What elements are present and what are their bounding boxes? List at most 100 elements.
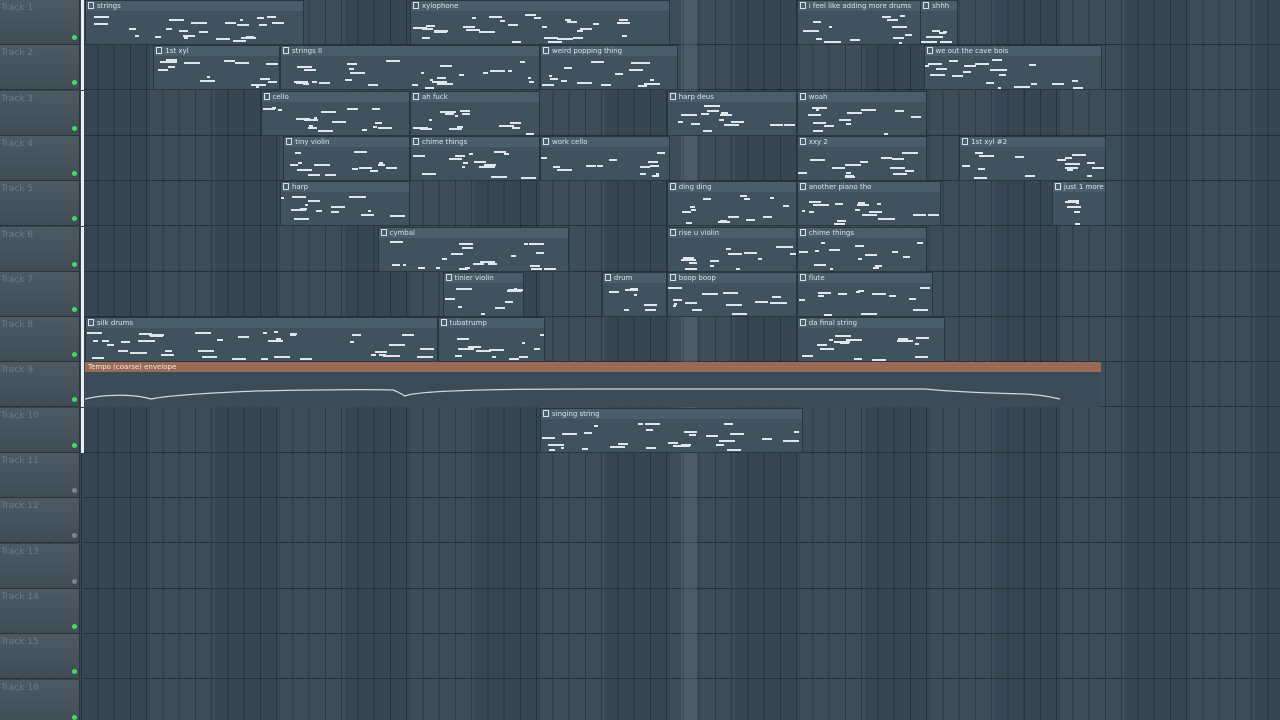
clip-note-preview — [960, 148, 1105, 180]
track-enable-led-icon[interactable] — [72, 533, 77, 538]
automation-clip[interactable]: Tempo (coarse) envelope — [85, 362, 1101, 407]
pattern-clip[interactable]: another piano tho — [796, 181, 942, 226]
note-mark — [350, 341, 354, 343]
pattern-clip[interactable]: we out the cave bois — [923, 45, 1103, 90]
pattern-clip[interactable]: strings — [85, 0, 305, 45]
track-header[interactable]: Track 16 — [0, 680, 80, 720]
track-header[interactable]: Track 13 — [0, 544, 80, 589]
note-mark — [709, 265, 714, 267]
track-header[interactable]: Track 5 — [0, 181, 80, 226]
note-mark — [801, 355, 813, 357]
track-enable-led-icon[interactable] — [72, 579, 77, 584]
pattern-clip[interactable]: work cello — [540, 136, 670, 181]
pattern-clip[interactable]: tubatrump — [437, 317, 545, 362]
note-mark — [521, 342, 525, 344]
automation-curve[interactable] — [85, 372, 1101, 407]
note-mark — [303, 83, 309, 85]
clip-title: chime things — [413, 137, 467, 147]
pattern-clip[interactable]: silk drums — [85, 317, 438, 362]
track-enable-led-icon[interactable] — [72, 443, 77, 448]
clip-note-preview — [798, 193, 941, 225]
pattern-clip[interactable]: chime things — [410, 136, 540, 181]
track-header[interactable]: Track 9 — [0, 362, 80, 407]
pattern-clip[interactable]: harp — [280, 181, 410, 226]
note-mark — [461, 247, 473, 249]
note-mark — [828, 26, 832, 28]
track-enable-led-icon[interactable] — [72, 624, 77, 629]
track-selection-strip — [81, 227, 84, 272]
track-enable-led-icon[interactable] — [72, 80, 77, 85]
note-mark — [643, 304, 657, 306]
pattern-clip[interactable]: weird popping thing — [540, 45, 679, 90]
pattern-clip[interactable]: ding ding — [666, 181, 797, 226]
pattern-clip[interactable]: cello — [260, 91, 410, 136]
track-enable-led-icon[interactable] — [72, 352, 77, 357]
track-header[interactable]: Track 7 — [0, 272, 80, 317]
track-enable-led-icon[interactable] — [72, 216, 77, 221]
track-enable-led-icon[interactable] — [72, 35, 77, 40]
pattern-clip[interactable]: 1st xyl #2 — [959, 136, 1106, 181]
note-mark — [272, 22, 284, 24]
note-mark — [435, 267, 440, 269]
pattern-clip[interactable]: flute — [796, 272, 934, 317]
pattern-clip[interactable]: strings II — [280, 45, 540, 90]
pattern-clip[interactable]: shhh — [920, 0, 958, 45]
track-header[interactable]: Track 11 — [0, 453, 80, 498]
note-mark — [717, 221, 730, 223]
track-enable-led-icon[interactable] — [72, 397, 77, 402]
note-mark — [582, 448, 588, 450]
track-enable-led-icon[interactable] — [72, 715, 77, 720]
note-mark — [372, 126, 377, 128]
note-mark — [463, 162, 468, 164]
pattern-clip[interactable]: rise u violin — [666, 227, 797, 272]
track-header[interactable]: Track 10 — [0, 408, 80, 453]
pattern-clip[interactable]: harp deus — [666, 91, 797, 136]
pattern-clip[interactable]: cymbal — [377, 227, 570, 272]
track-header[interactable]: Track 14 — [0, 589, 80, 634]
pattern-clip[interactable]: 1st xyl — [153, 45, 280, 90]
track-enable-led-icon[interactable] — [72, 126, 77, 131]
clip-title: 1st xyl — [156, 46, 188, 56]
track-enable-led-icon[interactable] — [72, 171, 77, 176]
note-mark — [549, 75, 552, 77]
track-enable-led-icon[interactable] — [72, 307, 77, 312]
pattern-clip[interactable]: da final string — [796, 317, 945, 362]
pattern-clip[interactable]: boop boop — [666, 272, 797, 317]
note-mark — [743, 198, 750, 200]
track-header[interactable]: Track 6 — [0, 227, 80, 272]
note-mark — [1072, 154, 1087, 156]
pattern-clip[interactable]: tinier violin — [442, 272, 524, 317]
track-header[interactable]: Track 8 — [0, 317, 80, 362]
note-mark — [361, 214, 374, 216]
pattern-clip[interactable]: i feel like adding more drums — [796, 0, 927, 45]
track-header[interactable]: Track 12 — [0, 498, 80, 543]
track-enable-led-icon[interactable] — [72, 488, 77, 493]
note-mark — [853, 358, 862, 360]
pattern-clip[interactable]: woah — [796, 91, 927, 136]
track-enable-led-icon[interactable] — [72, 669, 77, 674]
note-mark — [420, 128, 432, 130]
note-mark — [689, 206, 695, 208]
pattern-clip[interactable]: just 1 more p... — [1051, 181, 1106, 226]
automation-clip-header: Tempo (coarse) envelope — [85, 362, 1101, 372]
pattern-clip[interactable]: ah fuck — [410, 91, 540, 136]
track-header[interactable]: Track 4 — [0, 136, 80, 181]
note-mark — [680, 259, 696, 261]
pattern-clip[interactable]: xxy 2 — [796, 136, 927, 181]
pattern-clip[interactable]: xylophone — [410, 0, 670, 45]
note-mark — [829, 268, 833, 270]
note-mark — [198, 350, 214, 352]
pattern-clip[interactable]: tiny violin — [283, 136, 410, 181]
pattern-clip[interactable]: singing string — [540, 408, 804, 453]
track-header[interactable]: Track 15 — [0, 634, 80, 679]
track-enable-led-icon[interactable] — [72, 262, 77, 267]
track-header[interactable]: Track 1 — [0, 0, 80, 45]
note-mark — [313, 117, 317, 119]
pattern-clip[interactable]: chime things — [796, 227, 927, 272]
pattern-clip[interactable]: drum — [601, 272, 667, 317]
track-selection-strip — [81, 45, 84, 90]
track-header[interactable]: Track 2 — [0, 45, 80, 90]
note-mark — [500, 20, 505, 22]
track-header[interactable]: Track 3 — [0, 91, 80, 136]
note-mark — [1074, 223, 1080, 225]
